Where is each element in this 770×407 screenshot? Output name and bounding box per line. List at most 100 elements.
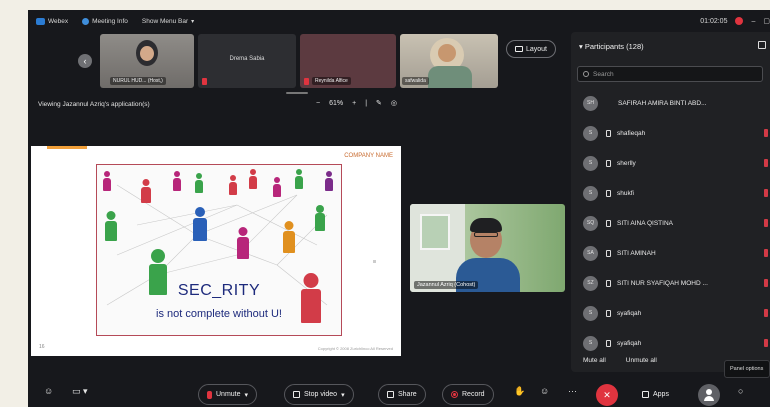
participant-thumbnail[interactable]: Drema Sabia xyxy=(198,34,296,88)
maximize-button[interactable]: ▢ xyxy=(763,17,770,25)
participant-thumbnail[interactable]: safwalida xyxy=(400,34,498,88)
raise-hand-icon[interactable]: ✋ xyxy=(514,386,525,397)
participant-row[interactable]: S shafieqah xyxy=(577,118,770,148)
device-icon xyxy=(606,159,611,167)
webex-logo[interactable]: Webex xyxy=(36,17,69,25)
figure-icon xyxy=(315,205,325,231)
figure-icon xyxy=(141,179,151,203)
webex-window: Webex Meeting Info Show Menu Bar ▾ 01:02… xyxy=(28,10,770,407)
unmute-all-button[interactable]: Unmute all xyxy=(626,357,657,364)
reactions-icon[interactable]: ☺ xyxy=(44,386,53,396)
participant-row[interactable]: SZ SITI NUR SYAFIQAH MOHD ... xyxy=(577,268,770,298)
captions-icon[interactable]: ▭ ▾ xyxy=(72,386,88,397)
emoji-icon[interactable]: ☺ xyxy=(540,386,549,396)
participant-name: syafiqah xyxy=(617,339,642,347)
mute-all-button[interactable]: Mute all xyxy=(583,357,606,364)
participant-row[interactable]: S sherlly xyxy=(577,148,770,178)
participant-row[interactable]: S syafiqah xyxy=(577,328,770,358)
minimize-button[interactable]: – xyxy=(751,18,755,25)
avatar: S xyxy=(583,125,598,141)
participant-name: NURUL HUD... (Host,) xyxy=(110,77,166,85)
avatar: S xyxy=(583,335,598,351)
participant-name: shafieqah xyxy=(617,129,646,137)
layout-button[interactable]: Layout xyxy=(506,40,556,58)
participant-name: Drema Sabia xyxy=(229,56,265,62)
resize-handle[interactable] xyxy=(286,92,308,94)
zoom-in-button[interactable]: + xyxy=(352,100,356,107)
participant-name: SITI AMINAH xyxy=(617,249,656,257)
presenter-hair xyxy=(470,218,502,232)
apps-button[interactable]: Apps xyxy=(634,384,677,405)
slide-logo: COMPANY NAME xyxy=(344,153,393,159)
participant-row[interactable]: SA SITI AMINAH xyxy=(577,238,770,268)
apps-label: Apps xyxy=(653,391,669,398)
info-icon xyxy=(82,17,90,25)
slide-page-number: 16 xyxy=(39,344,45,350)
fit-icon[interactable]: ◎ xyxy=(391,99,397,107)
app-name: Webex xyxy=(48,17,69,25)
more-options-button[interactable]: ··· xyxy=(568,386,577,396)
device-icon xyxy=(606,309,611,317)
participant-row[interactable]: SQ SITI AINA QISTINA xyxy=(577,208,770,238)
slide-subtitle: is not complete without U! xyxy=(156,308,282,320)
participant-name: SAFIRAH AMIRA BINTI ABD... xyxy=(618,99,707,107)
show-menu-bar-label: Show Menu Bar xyxy=(141,17,189,25)
leave-meeting-button[interactable]: ✕ xyxy=(596,384,618,406)
chat-icon[interactable]: ○ xyxy=(738,386,743,396)
muted-mic-icon xyxy=(764,339,768,347)
participant-thumbnail[interactable]: NURUL HUD... (Host,) xyxy=(100,34,194,88)
muted-mic-icon xyxy=(764,129,768,137)
scroll-left-button[interactable]: ‹ xyxy=(78,54,92,68)
figure-icon xyxy=(325,171,333,191)
figure-icon xyxy=(283,221,295,253)
pointer-cursor xyxy=(373,260,376,263)
muted-mic-icon xyxy=(764,309,768,317)
avatar: S xyxy=(583,305,598,321)
figure-icon xyxy=(195,173,203,193)
meeting-info-button[interactable]: Meeting Info xyxy=(82,17,128,25)
participants-title: Participants (128) xyxy=(584,42,644,51)
mic-muted-icon xyxy=(207,390,212,399)
muted-mic-icon xyxy=(764,219,768,227)
zoom-level[interactable]: 61% xyxy=(329,100,343,107)
participant-name: syafiqah xyxy=(617,309,642,317)
share-label: Share xyxy=(398,391,417,398)
participant-row[interactable]: SH SAFIRAH AMIRA BINTI ABD... xyxy=(577,88,770,118)
record-button[interactable]: Record xyxy=(442,384,494,405)
figure-icon xyxy=(229,175,237,195)
presenter-window xyxy=(420,214,450,250)
zoom-out-button[interactable]: − xyxy=(316,100,320,107)
avatar: SA xyxy=(583,245,598,261)
participant-row[interactable]: S syafiqah xyxy=(577,298,770,328)
slide-copyright: Copyright © 2008 Zurichlinco All Reserve… xyxy=(317,346,393,351)
muted-mic-icon xyxy=(202,78,207,85)
unmute-button[interactable]: Unmute ▾ xyxy=(198,384,258,405)
webex-icon xyxy=(36,17,45,25)
record-label: Record xyxy=(462,391,485,398)
unmute-label: Unmute xyxy=(216,391,241,398)
share-button[interactable]: Share xyxy=(378,384,426,405)
participant-body xyxy=(428,66,472,88)
participant-name: safwalida xyxy=(402,77,429,85)
recording-indicator-icon xyxy=(735,17,744,25)
participant-name: SITI NUR SYAFIQAH MOHD ... xyxy=(617,279,708,287)
record-icon xyxy=(451,391,458,398)
annotate-icon[interactable]: ✎ xyxy=(376,99,382,107)
muted-mic-icon xyxy=(764,189,768,197)
participants-button[interactable] xyxy=(698,384,720,406)
chevron-down-icon: ▾ xyxy=(244,391,249,399)
top-bar-right: 01:02:05 – ▢ xyxy=(700,10,770,32)
participant-row[interactable]: S shukfi xyxy=(577,178,770,208)
participant-search-input[interactable]: Search xyxy=(577,66,763,82)
device-icon xyxy=(606,129,611,137)
figure-icon xyxy=(173,171,181,191)
popout-icon[interactable] xyxy=(758,41,766,49)
share-icon xyxy=(387,391,394,398)
stop-video-button[interactable]: Stop video ▾ xyxy=(284,384,354,405)
participants-header[interactable]: ▾ Participants (128) xyxy=(579,42,644,51)
muted-mic-icon xyxy=(764,249,768,257)
device-icon xyxy=(606,219,611,227)
presenter-video[interactable]: Jazannul Azriq (Cohost) xyxy=(410,204,565,292)
show-menu-bar-button[interactable]: Show Menu Bar ▾ xyxy=(142,18,194,25)
participant-thumbnail[interactable]: Reynilda Alfice xyxy=(300,34,396,88)
